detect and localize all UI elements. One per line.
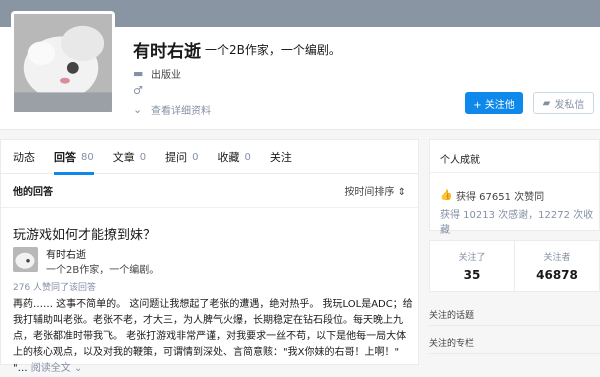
tab-questions[interactable]: 提问 0 bbox=[165, 140, 198, 174]
following-stat[interactable]: 关注了 35 bbox=[430, 241, 514, 291]
message-button[interactable]: ▰ 发私信 bbox=[533, 92, 594, 114]
section-title: 他的回答 bbox=[13, 187, 53, 198]
follow-button[interactable]: + 关注他 bbox=[465, 92, 523, 114]
achievements-card: 个人成就 👍 获得 67651 次赞同 获得 10213 次感谢，12272 次… bbox=[429, 139, 600, 236]
industry-label: 出版业 bbox=[151, 70, 181, 81]
tab-count: 80 bbox=[81, 151, 94, 163]
tab-collections[interactable]: 收藏 0 bbox=[217, 140, 250, 174]
avatar bbox=[11, 11, 115, 115]
followed-columns-link[interactable]: 关注的专栏 bbox=[429, 328, 600, 354]
tab-label: 提问 bbox=[165, 151, 188, 164]
answers-header: 他的回答 按时间排序 ⇕ bbox=[1, 174, 418, 208]
profile-main: 动态 回答 80 文章 0 提问 0 收藏 0 关注 他的回答 按时间排序 ⇕ … bbox=[0, 139, 419, 374]
tab-count: 0 bbox=[244, 151, 251, 163]
tab-label: 关注 bbox=[269, 151, 292, 164]
tab-label: 收藏 bbox=[217, 151, 240, 164]
thumbs-up-icon: 👍 bbox=[440, 190, 453, 201]
chevron-down-icon: ⌄ bbox=[133, 103, 143, 116]
thanks-row: 获得 10213 次感谢，12272 次收藏 bbox=[440, 206, 599, 236]
view-details-link[interactable]: ⌄ 查看详细资料 bbox=[133, 102, 211, 117]
followers-count: 46878 bbox=[536, 268, 578, 282]
profile-tabs: 动态 回答 80 文章 0 提问 0 收藏 0 关注 bbox=[1, 140, 418, 175]
author-avatar[interactable] bbox=[13, 247, 38, 272]
achievements-title: 个人成就 bbox=[430, 140, 599, 173]
author-bio: 一个2B作家，一个编剧。 bbox=[46, 265, 160, 276]
followed-topics-link[interactable]: 关注的话题 bbox=[429, 300, 600, 326]
profile-headline: 一个2B作家，一个编剧。 bbox=[205, 43, 341, 57]
follow-stats-card: 关注了 35 关注者 46878 bbox=[429, 240, 600, 292]
tab-label: 动态 bbox=[13, 151, 35, 164]
sort-dropdown[interactable]: 按时间排序 ⇕ bbox=[344, 183, 406, 198]
view-details-label: 查看详细资料 bbox=[151, 106, 211, 117]
following-count: 35 bbox=[463, 268, 481, 282]
tab-activity[interactable]: 动态 bbox=[13, 140, 35, 174]
followers-label: 关注者 bbox=[543, 253, 571, 263]
gender-row: ♂ bbox=[133, 84, 151, 97]
tab-count: 0 bbox=[139, 151, 147, 163]
chat-icon: ▰ bbox=[542, 97, 551, 109]
thanks-text: 获得 10213 次感谢，12272 次收藏 bbox=[440, 210, 594, 236]
vote-count[interactable]: 276 人赞同了该回答 bbox=[13, 280, 96, 293]
message-label: 发私信 bbox=[554, 99, 585, 111]
tab-count: 0 bbox=[192, 151, 199, 163]
likes-row: 👍 获得 67651 次赞同 bbox=[440, 188, 544, 203]
author-name[interactable]: 有时右逝 bbox=[46, 246, 86, 261]
industry-row: ▬ 出版业 bbox=[133, 66, 181, 81]
tab-answers[interactable]: 回答 80 bbox=[54, 140, 94, 175]
tab-articles[interactable]: 文章 0 bbox=[113, 140, 146, 174]
following-label: 关注了 bbox=[458, 253, 486, 263]
tab-label: 回答 bbox=[54, 151, 76, 164]
male-icon: ♂ bbox=[133, 84, 143, 97]
tab-label: 文章 bbox=[112, 151, 135, 164]
question-title[interactable]: 玩游戏如何才能撩到妹？ bbox=[13, 224, 156, 243]
briefcase-icon: ▬ bbox=[133, 67, 144, 80]
followers-stat[interactable]: 关注者 46878 bbox=[514, 241, 599, 291]
profile-name: 有时右逝 bbox=[133, 42, 201, 62]
profile-header: 有时右逝 一个2B作家，一个编剧。 ▬ 出版业 ♂ ⌄ 查看详细资料 + 关注他… bbox=[0, 11, 600, 130]
tab-following[interactable]: 关注 bbox=[270, 140, 292, 174]
answer-excerpt[interactable]: 再药…… 这事不简单的。 这问题让我想起了老张的遭遇，绝对热乎。 我玩LOL是A… bbox=[13, 297, 413, 377]
likes-text: 获得 67651 次赞同 bbox=[456, 192, 545, 203]
